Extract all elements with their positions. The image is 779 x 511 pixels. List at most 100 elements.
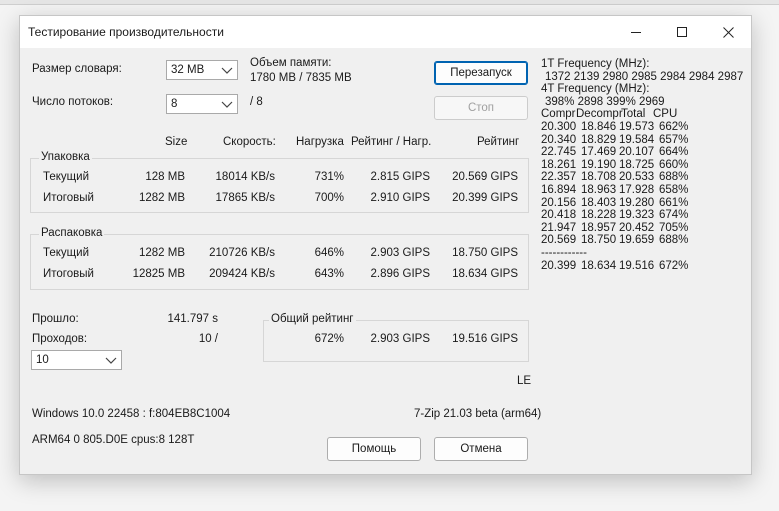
result-total: 19.323 bbox=[619, 209, 655, 222]
unpacking-total-size: 12825 MB bbox=[132, 268, 185, 280]
result-row: 16.894 18.963 17.928 658% bbox=[541, 184, 743, 197]
overall-rating-load: 2.903 GIPS bbox=[370, 333, 430, 345]
packing-total-label: Итоговый bbox=[43, 192, 94, 204]
header-rating-load: Рейтинг / Нагр. bbox=[351, 136, 432, 148]
packing-current-size: 128 MB bbox=[145, 171, 185, 183]
passes-select-value: 10 bbox=[36, 354, 49, 366]
result-compr: 18.261 bbox=[541, 158, 577, 171]
result-decompr: 17.469 bbox=[581, 146, 617, 159]
header-load: Нагрузка bbox=[296, 136, 344, 148]
unpacking-current-size: 1282 MB bbox=[138, 247, 185, 259]
result-cpu: 660% bbox=[659, 158, 689, 171]
unpacking-total-speed: 209424 KB/s bbox=[209, 268, 275, 280]
unpacking-total-rating: 18.634 GIPS bbox=[452, 268, 518, 280]
result-cpu: 662% bbox=[659, 120, 689, 133]
maximize-icon bbox=[677, 27, 687, 37]
unpacking-label: Распаковка bbox=[39, 227, 105, 239]
result-cpu: 705% bbox=[659, 221, 689, 234]
result-compr: 22.357 bbox=[541, 171, 577, 184]
result-cpu: 661% bbox=[659, 196, 689, 209]
packing-total-load: 700% bbox=[314, 192, 344, 204]
result-row: 20.156 18.403 19.280 661% bbox=[541, 197, 743, 210]
header-compr: Compr bbox=[541, 108, 576, 121]
chevron-down-icon bbox=[221, 101, 233, 108]
result-decompr: 18.750 bbox=[581, 234, 617, 247]
packing-current-load: 731% bbox=[314, 171, 344, 183]
header-speed: Скорость: bbox=[223, 136, 276, 148]
packing-current-rating-load: 2.815 GIPS bbox=[370, 171, 430, 183]
cancel-button[interactable]: Отмена bbox=[434, 437, 528, 461]
cpu-info: ARM64 0 805.D0E cpus:8 128T bbox=[32, 434, 195, 446]
passes-select[interactable]: 10 bbox=[31, 350, 122, 370]
result-decompr: 18.829 bbox=[581, 133, 617, 146]
overall-rating-value: 19.516 GIPS bbox=[452, 333, 518, 345]
result-total: 19.573 bbox=[619, 120, 655, 133]
dict-size-value: 32 MB bbox=[171, 64, 205, 76]
threads-label: Число потоков: bbox=[32, 96, 114, 108]
maximize-button[interactable] bbox=[659, 16, 705, 48]
result-row: 21.947 18.957 20.452 705% bbox=[541, 222, 743, 235]
header-total: Total bbox=[621, 108, 646, 121]
threads-select[interactable]: 8 bbox=[166, 94, 238, 114]
packing-total-rating: 20.399 GIPS bbox=[452, 192, 518, 204]
background-window-edge bbox=[0, 0, 779, 5]
result-compr: 21.947 bbox=[541, 221, 577, 234]
unpacking-current-rating-load: 2.903 GIPS bbox=[370, 247, 430, 259]
result-row: 20.418 18.228 19.323 674% bbox=[541, 209, 743, 222]
os-info: Windows 10.0 22458 : f:804EB8C1004 bbox=[32, 408, 231, 420]
passes-value: 10 / bbox=[198, 333, 218, 345]
result-cpu: 674% bbox=[659, 209, 689, 222]
unpacking-current-load: 646% bbox=[314, 247, 344, 259]
dict-size-select[interactable]: 32 MB bbox=[166, 60, 238, 80]
dict-size-label: Размер словаря: bbox=[32, 63, 122, 75]
passes-label: Проходов: bbox=[32, 333, 88, 345]
result-decompr: 19.190 bbox=[581, 158, 617, 171]
result-cpu: 664% bbox=[659, 146, 689, 159]
unpacking-current-rating: 18.750 GIPS bbox=[452, 247, 518, 259]
header-size: Size bbox=[165, 136, 188, 148]
chevron-down-icon bbox=[221, 67, 233, 74]
freq1-values: 1372 2139 2980 2985 2984 2984 2987 bbox=[545, 70, 744, 83]
result-decompr: 18.403 bbox=[581, 196, 617, 209]
elapsed-label: Прошло: bbox=[32, 313, 79, 325]
close-button[interactable] bbox=[705, 16, 751, 48]
minimize-button[interactable] bbox=[613, 16, 659, 48]
result-decompr: 18.228 bbox=[581, 209, 617, 222]
stop-button[interactable]: Стоп bbox=[434, 96, 528, 120]
results-separator: ------------ bbox=[541, 246, 587, 259]
endianness: LE bbox=[517, 375, 532, 387]
freq4-label: 4T Frequency (MHz): bbox=[541, 83, 650, 96]
freq4-values: 398% 2898 399% 2969 bbox=[545, 95, 665, 108]
restart-button[interactable]: Перезапуск bbox=[434, 61, 528, 85]
result-decompr: 18.957 bbox=[581, 221, 617, 234]
minimize-icon bbox=[631, 32, 641, 33]
benchmark-dialog: Тестирование производительности Размер с… bbox=[19, 15, 752, 475]
freq1-label: 1T Frequency (MHz): bbox=[541, 58, 650, 70]
total-cpu: 672% bbox=[659, 259, 689, 272]
unpacking-current-speed: 210726 KB/s bbox=[209, 247, 275, 259]
packing-current-rating: 20.569 GIPS bbox=[452, 171, 518, 183]
packing-total-speed: 17865 KB/s bbox=[215, 192, 275, 204]
threads-value: 8 bbox=[171, 98, 178, 110]
result-compr: 22.745 bbox=[541, 146, 577, 159]
header-cpu: CPU bbox=[653, 108, 678, 121]
result-decompr: 18.846 bbox=[581, 120, 617, 133]
result-cpu: 688% bbox=[659, 171, 689, 184]
unpacking-group bbox=[30, 234, 529, 290]
result-total: 19.584 bbox=[619, 133, 655, 146]
result-total: 19.659 bbox=[619, 234, 655, 247]
result-row: 20.569 18.750 19.659 688% bbox=[541, 234, 743, 247]
results-rows: 20.300 18.846 19.573 662% 20.340 18.829 19.584… bbox=[541, 121, 743, 247]
help-button[interactable]: Помощь bbox=[327, 437, 421, 461]
packing-current-speed: 18014 KB/s bbox=[215, 171, 275, 183]
memory-label: Объем памяти: bbox=[250, 57, 332, 69]
header-decompr: Decompr bbox=[576, 108, 623, 121]
window-title: Тестирование производительности bbox=[28, 25, 224, 39]
packing-total-rating-load: 2.910 GIPS bbox=[370, 192, 430, 204]
unpacking-total-rating-load: 2.896 GIPS bbox=[370, 268, 430, 280]
result-compr: 16.894 bbox=[541, 183, 577, 196]
results-header: Compr Decompr Total CPU bbox=[541, 108, 743, 121]
result-total: 20.533 bbox=[619, 171, 655, 184]
elapsed-value: 141.797 s bbox=[167, 313, 218, 325]
result-total: 20.107 bbox=[619, 146, 655, 159]
